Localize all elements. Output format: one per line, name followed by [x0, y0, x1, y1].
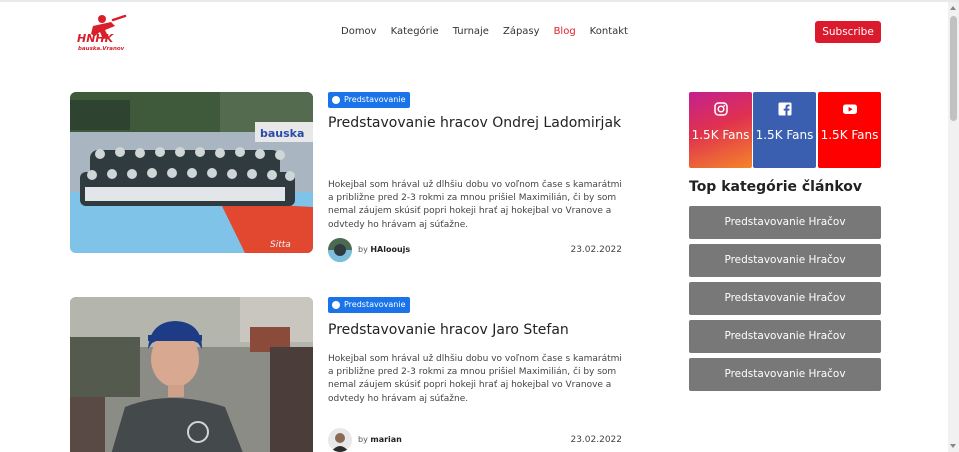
avatar-graphic [328, 428, 352, 452]
scroll-up-arrow-icon[interactable] [950, 6, 956, 10]
nav-domov[interactable]: Domov [341, 26, 377, 38]
youtube-fans-count: 1.5K Fans [820, 128, 879, 142]
svg-text:HNHK: HNHK [77, 32, 115, 45]
youtube-icon [842, 104, 857, 114]
badge-label: Predstavovanie [344, 95, 406, 104]
svg-text:Sitta: Sitta [270, 240, 291, 250]
nav-blog[interactable]: Blog [554, 26, 576, 38]
category-button[interactable]: Predstavovanie Hračov [689, 244, 881, 277]
article-image-team-photo[interactable]: bauska Sitta [70, 92, 313, 253]
article-date: 23.02.2022 [570, 245, 622, 255]
instagram-fans-count: 1.5K Fans [691, 128, 750, 142]
byline: by marian [358, 435, 402, 445]
category-button[interactable]: Predstavovanie Hračov [689, 320, 881, 353]
facebook-icon [778, 102, 791, 116]
article-excerpt: Hokejbal som hrával už dlhšiu dobu vo vo… [328, 180, 622, 230]
nav-kontakt[interactable]: Kontakt [590, 26, 628, 38]
badge-dot-icon [332, 96, 340, 104]
category-button[interactable]: Predstavovanie Hračov [689, 282, 881, 315]
instagram-icon [713, 102, 728, 116]
badge-label: Predstavovanie [344, 300, 406, 309]
author-avatar[interactable] [328, 238, 352, 262]
nav-zapasy[interactable]: Zápasy [503, 26, 540, 38]
top-categories-heading: Top kategórie článkov [689, 179, 863, 195]
team-photo-graphic: bauska Sitta [70, 92, 313, 253]
article-card: bauska Sitta Predstavovanie Predstavovan… [70, 92, 625, 267]
main-nav: Domov Kategórie Turnaje Zápasy Blog Kont… [341, 26, 642, 38]
category-button[interactable]: Predstavovanie Hračov [689, 358, 881, 391]
nav-turnaje[interactable]: Turnaje [453, 26, 489, 38]
byline: by HAlooujs [358, 245, 410, 255]
author-avatar[interactable] [328, 428, 352, 452]
article-excerpt: Hokejbal som hrával už dlhšiu dobu vo vo… [328, 354, 622, 404]
article-title[interactable]: Predstavovanie hracov Ondrej Ladomirjak [328, 114, 623, 133]
instagram-card[interactable]: 1.5K Fans [689, 92, 752, 168]
avatar-graphic [328, 238, 352, 262]
by-label: by [358, 435, 368, 444]
club-logo[interactable]: HNHK bauska.Vranov [75, 12, 130, 52]
facebook-card[interactable]: 1.5K Fans [753, 92, 816, 168]
player-photo-graphic [70, 297, 313, 452]
page: HNHK bauska.Vranov Domov Kategórie Turna… [0, 0, 959, 452]
facebook-fans-count: 1.5K Fans [755, 128, 814, 142]
svg-text:bauska: bauska [260, 127, 304, 140]
article-title[interactable]: Predstavovanie hracov Jaro Stefan [328, 321, 623, 340]
author-name[interactable]: HAlooujs [370, 245, 410, 254]
article-image-player-photo[interactable] [70, 297, 313, 452]
subscribe-button[interactable]: Subscribe [815, 21, 881, 43]
author-name[interactable]: marian [370, 435, 402, 444]
nav-kategorie[interactable]: Kategórie [391, 26, 439, 38]
vertical-scrollbar[interactable] [948, 2, 959, 452]
by-label: by [358, 245, 368, 254]
scrollbar-thumb[interactable] [950, 16, 957, 121]
article-date: 23.02.2022 [570, 435, 622, 445]
category-badge[interactable]: Predstavovanie [328, 92, 411, 108]
category-button[interactable]: Predstavovanie Hračov [689, 206, 881, 239]
badge-dot-icon [332, 301, 340, 309]
category-badge[interactable]: Predstavovanie [328, 297, 411, 313]
top-border [0, 0, 959, 2]
svg-text:bauska.Vranov: bauska.Vranov [78, 46, 125, 52]
youtube-card[interactable]: 1.5K Fans [818, 92, 881, 168]
article-card: Predstavovanie Predstavovanie hracov Jar… [70, 297, 625, 452]
logo-graphic: HNHK bauska.Vranov [77, 14, 127, 52]
scroll-down-arrow-icon[interactable] [950, 444, 956, 448]
